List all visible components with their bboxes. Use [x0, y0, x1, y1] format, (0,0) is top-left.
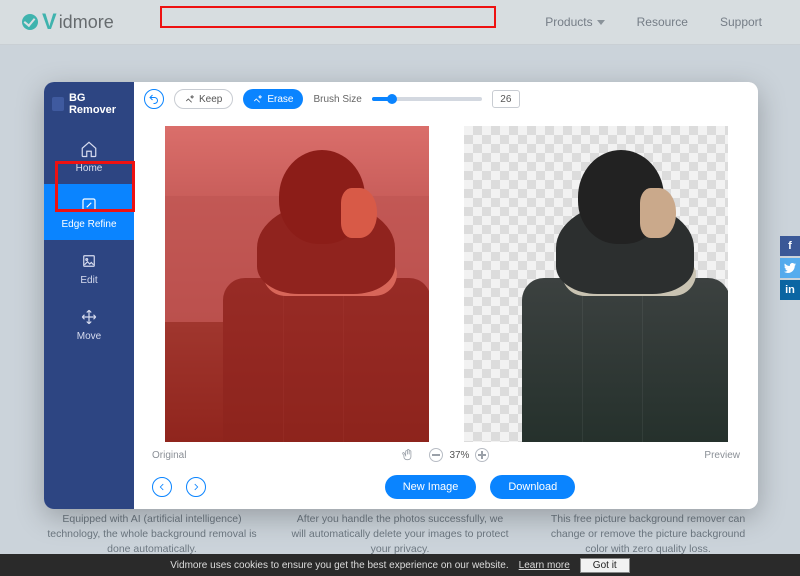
sidebar-item-label: Move [77, 331, 101, 342]
cookie-bar: Vidmore uses cookies to ensure you get t… [0, 554, 800, 576]
sidebar-item-label: Edge Refine [61, 219, 116, 230]
keep-tool[interactable]: Keep [174, 89, 233, 109]
zoom-out-button[interactable] [429, 448, 443, 462]
original-label: Original [152, 450, 186, 461]
edit-icon [79, 251, 99, 271]
sidebar-item-edge-refine[interactable]: Edge Refine [44, 184, 134, 240]
brush-size-slider[interactable] [372, 97, 482, 101]
canvas-meta: Original 37% Preview [134, 445, 758, 465]
social-bar: f in [780, 236, 800, 302]
cookie-learn-more[interactable]: Learn more [519, 560, 570, 571]
prev-image-button[interactable] [152, 477, 172, 497]
editor-sidebar: BG Remover Home Edge Refine Edit Move [44, 82, 134, 509]
download-button[interactable]: Download [490, 475, 575, 499]
sidebar-item-label: Home [76, 163, 103, 174]
cookie-accept-button[interactable]: Got it [580, 558, 630, 573]
next-image-button[interactable] [186, 477, 206, 497]
editor-main: Keep Erase Brush Size 26 [134, 82, 758, 509]
zoom-controls: 37% [401, 448, 489, 462]
edge-refine-icon [79, 195, 99, 215]
erase-tool[interactable]: Erase [243, 89, 303, 109]
cookie-message: Vidmore uses cookies to ensure you get t… [170, 560, 508, 571]
sidebar-item-label: Edit [80, 275, 97, 286]
editor-canvas [134, 116, 758, 445]
sidebar-title: BG Remover [44, 82, 134, 128]
linkedin-icon[interactable]: in [780, 280, 800, 300]
preview-pane[interactable] [449, 122, 742, 445]
undo-button[interactable] [144, 89, 164, 109]
mask-overlay [165, 126, 429, 442]
original-image [165, 126, 429, 442]
twitter-icon[interactable] [780, 258, 800, 278]
facebook-icon[interactable]: f [780, 236, 800, 256]
zoom-in-button[interactable] [475, 448, 489, 462]
pan-icon[interactable] [401, 448, 415, 462]
move-icon [79, 307, 99, 327]
editor-modal: BG Remover Home Edge Refine Edit Move Ke… [44, 82, 758, 509]
sidebar-item-move[interactable]: Move [44, 296, 134, 352]
original-pane[interactable] [150, 122, 443, 445]
zoom-percent: 37% [449, 450, 469, 461]
new-image-button[interactable]: New Image [385, 475, 477, 499]
editor-toolbar: Keep Erase Brush Size 26 [134, 82, 758, 116]
preview-label: Preview [704, 450, 740, 461]
brush-size-label: Brush Size [313, 94, 361, 105]
app-icon [52, 97, 64, 111]
preview-image [464, 126, 728, 442]
sidebar-item-edit[interactable]: Edit [44, 240, 134, 296]
home-icon [79, 139, 99, 159]
sidebar-item-home[interactable]: Home [44, 128, 134, 184]
editor-actions: New Image Download [134, 465, 758, 509]
brush-size-value: 26 [492, 90, 520, 108]
